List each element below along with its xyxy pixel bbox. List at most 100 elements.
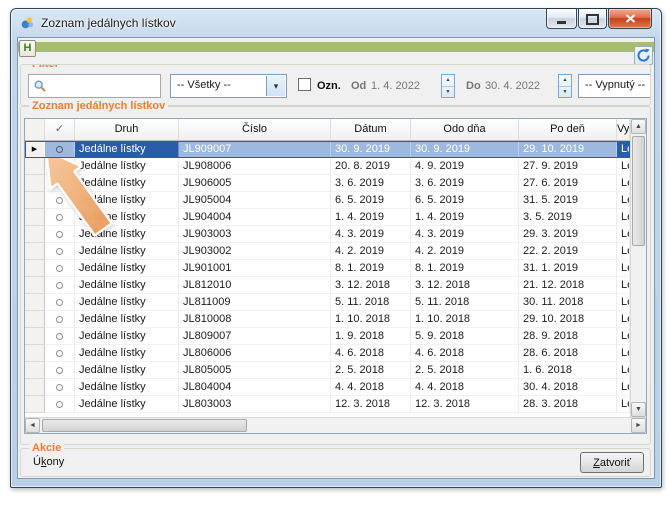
- date-from-value[interactable]: 1. 4. 2022: [371, 80, 420, 92]
- table-cell[interactable]: 3. 5. 2019: [519, 209, 617, 226]
- table-cell[interactable]: 29. 10. 2019: [519, 141, 617, 158]
- table-cell[interactable]: 2. 5. 2018: [331, 362, 411, 379]
- table-cell[interactable]: 5. 9. 2018: [411, 328, 519, 345]
- table-cell[interactable]: JL909007: [179, 141, 331, 158]
- table-cell[interactable]: 4. 6. 2018: [411, 345, 519, 362]
- table-row[interactable]: Jedálne lístkyJL8060064. 6. 20184. 6. 20…: [25, 345, 630, 362]
- scroll-up-icon[interactable]: ▲: [631, 119, 646, 134]
- table-cell[interactable]: 4. 6. 2018: [331, 345, 411, 362]
- table-cell[interactable]: 2. 5. 2018: [411, 362, 519, 379]
- table-cell[interactable]: 4. 9. 2019: [411, 158, 519, 175]
- table-cell[interactable]: 1. 10. 2018: [411, 311, 519, 328]
- scroll-left-icon[interactable]: ◄: [25, 418, 40, 433]
- table-cell[interactable]: Le: [617, 260, 630, 277]
- column-header[interactable]: Vyt: [617, 119, 630, 141]
- table-cell[interactable]: Jedálne lístky: [75, 379, 179, 396]
- spin-down-icon[interactable]: ▼: [442, 87, 454, 98]
- table-cell[interactable]: [45, 277, 75, 294]
- table-cell[interactable]: JL904004: [179, 209, 331, 226]
- table-cell[interactable]: 29. 3. 2019: [519, 226, 617, 243]
- table-cell[interactable]: 4. 2. 2019: [331, 243, 411, 260]
- close-button[interactable]: [608, 8, 652, 29]
- table-cell[interactable]: JL811009: [179, 294, 331, 311]
- table-cell[interactable]: 1. 10. 2018: [331, 311, 411, 328]
- column-header[interactable]: [25, 119, 45, 141]
- table-row[interactable]: ▶Jedálne lístkyJL90900730. 9. 201930. 9.…: [25, 141, 630, 158]
- table-cell[interactable]: Jedálne lístky: [75, 277, 179, 294]
- table-cell[interactable]: 5. 11. 2018: [331, 294, 411, 311]
- column-header[interactable]: Číslo: [179, 119, 331, 141]
- table-cell[interactable]: 31. 5. 2019: [519, 192, 617, 209]
- table-cell[interactable]: 4. 3. 2019: [331, 226, 411, 243]
- table-cell[interactable]: JL809007: [179, 328, 331, 345]
- table-cell[interactable]: JL903003: [179, 226, 331, 243]
- table-cell[interactable]: [45, 294, 75, 311]
- table-cell[interactable]: Le: [617, 243, 630, 260]
- table-cell[interactable]: Jedálne lístky: [75, 311, 179, 328]
- row-indicator-cell[interactable]: [25, 379, 45, 396]
- table-cell[interactable]: [45, 362, 75, 379]
- table-cell[interactable]: JL903002: [179, 243, 331, 260]
- table-cell[interactable]: 1. 6. 2018: [519, 362, 617, 379]
- date-from-stepper[interactable]: ▲ ▼: [441, 74, 455, 98]
- table-cell[interactable]: JL803003: [179, 396, 331, 413]
- table-cell[interactable]: Jedálne lístky: [75, 294, 179, 311]
- table-cell[interactable]: Le: [617, 175, 630, 192]
- ozn-checkbox[interactable]: [298, 78, 311, 91]
- vertical-scrollbar[interactable]: ▲ ▼: [630, 119, 646, 417]
- vertical-scroll-thumb[interactable]: [632, 136, 645, 246]
- table-cell[interactable]: 28. 6. 2018: [519, 345, 617, 362]
- table-cell[interactable]: [45, 328, 75, 345]
- column-header[interactable]: Po deň: [519, 119, 617, 141]
- table-cell[interactable]: JL804004: [179, 379, 331, 396]
- table-cell[interactable]: Le: [617, 277, 630, 294]
- chevron-down-icon[interactable]: ▾: [266, 76, 285, 96]
- table-cell[interactable]: 4. 4. 2018: [411, 379, 519, 396]
- table-cell[interactable]: [45, 311, 75, 328]
- horizontal-scrollbar[interactable]: ◄ ►: [25, 417, 646, 433]
- ukony-menu[interactable]: Úkony: [33, 456, 64, 468]
- table-cell[interactable]: [45, 379, 75, 396]
- table-cell[interactable]: 3. 12. 2018: [411, 277, 519, 294]
- table-cell[interactable]: 30. 11. 2018: [519, 294, 617, 311]
- column-header[interactable]: Odo dňa: [411, 119, 519, 141]
- spin-down-icon[interactable]: ▼: [559, 87, 571, 98]
- table-cell[interactable]: Le: [617, 396, 630, 413]
- table-cell[interactable]: 30. 9. 2019: [331, 141, 411, 158]
- table-cell[interactable]: Jedálne lístky: [75, 396, 179, 413]
- row-indicator-cell[interactable]: [25, 294, 45, 311]
- table-cell[interactable]: [45, 243, 75, 260]
- table-cell[interactable]: 12. 3. 2018: [331, 396, 411, 413]
- table-cell[interactable]: Jedálne lístky: [75, 260, 179, 277]
- table-cell[interactable]: 1. 4. 2019: [411, 209, 519, 226]
- table-cell[interactable]: JL805005: [179, 362, 331, 379]
- table-cell[interactable]: Le: [617, 379, 630, 396]
- search-field[interactable]: [28, 74, 161, 98]
- column-header[interactable]: ✓: [45, 119, 75, 141]
- refresh-button[interactable]: [634, 46, 653, 65]
- table-cell[interactable]: 31. 1. 2019: [519, 260, 617, 277]
- spin-up-icon[interactable]: ▲: [442, 75, 454, 87]
- table-cell[interactable]: JL901001: [179, 260, 331, 277]
- table-cell[interactable]: 8. 1. 2019: [331, 260, 411, 277]
- type-select[interactable]: -- Všetky -- ▾: [170, 74, 287, 98]
- table-cell[interactable]: Jedálne lístky: [75, 328, 179, 345]
- table-cell[interactable]: 6. 5. 2019: [331, 192, 411, 209]
- scroll-down-icon[interactable]: ▼: [631, 402, 646, 417]
- table-cell[interactable]: Le: [617, 192, 630, 209]
- table-cell[interactable]: 27. 9. 2019: [519, 158, 617, 175]
- table-row[interactable]: Jedálne lístkyJL8100081. 10. 20181. 10. …: [25, 311, 630, 328]
- table-cell[interactable]: JL812010: [179, 277, 331, 294]
- table-cell[interactable]: [45, 345, 75, 362]
- close-dialog-button[interactable]: Zatvoriť: [580, 452, 644, 473]
- table-cell[interactable]: Le: [617, 328, 630, 345]
- table-cell[interactable]: Le: [617, 362, 630, 379]
- table-cell[interactable]: Le: [617, 226, 630, 243]
- table-cell[interactable]: 1. 9. 2018: [331, 328, 411, 345]
- table-cell[interactable]: Jedálne lístky: [75, 362, 179, 379]
- row-indicator-cell[interactable]: [25, 362, 45, 379]
- row-indicator-cell[interactable]: [25, 277, 45, 294]
- state-select[interactable]: -- Vypnutý --: [578, 74, 651, 98]
- table-cell[interactable]: 20. 8. 2019: [331, 158, 411, 175]
- table-cell[interactable]: 1. 4. 2019: [331, 209, 411, 226]
